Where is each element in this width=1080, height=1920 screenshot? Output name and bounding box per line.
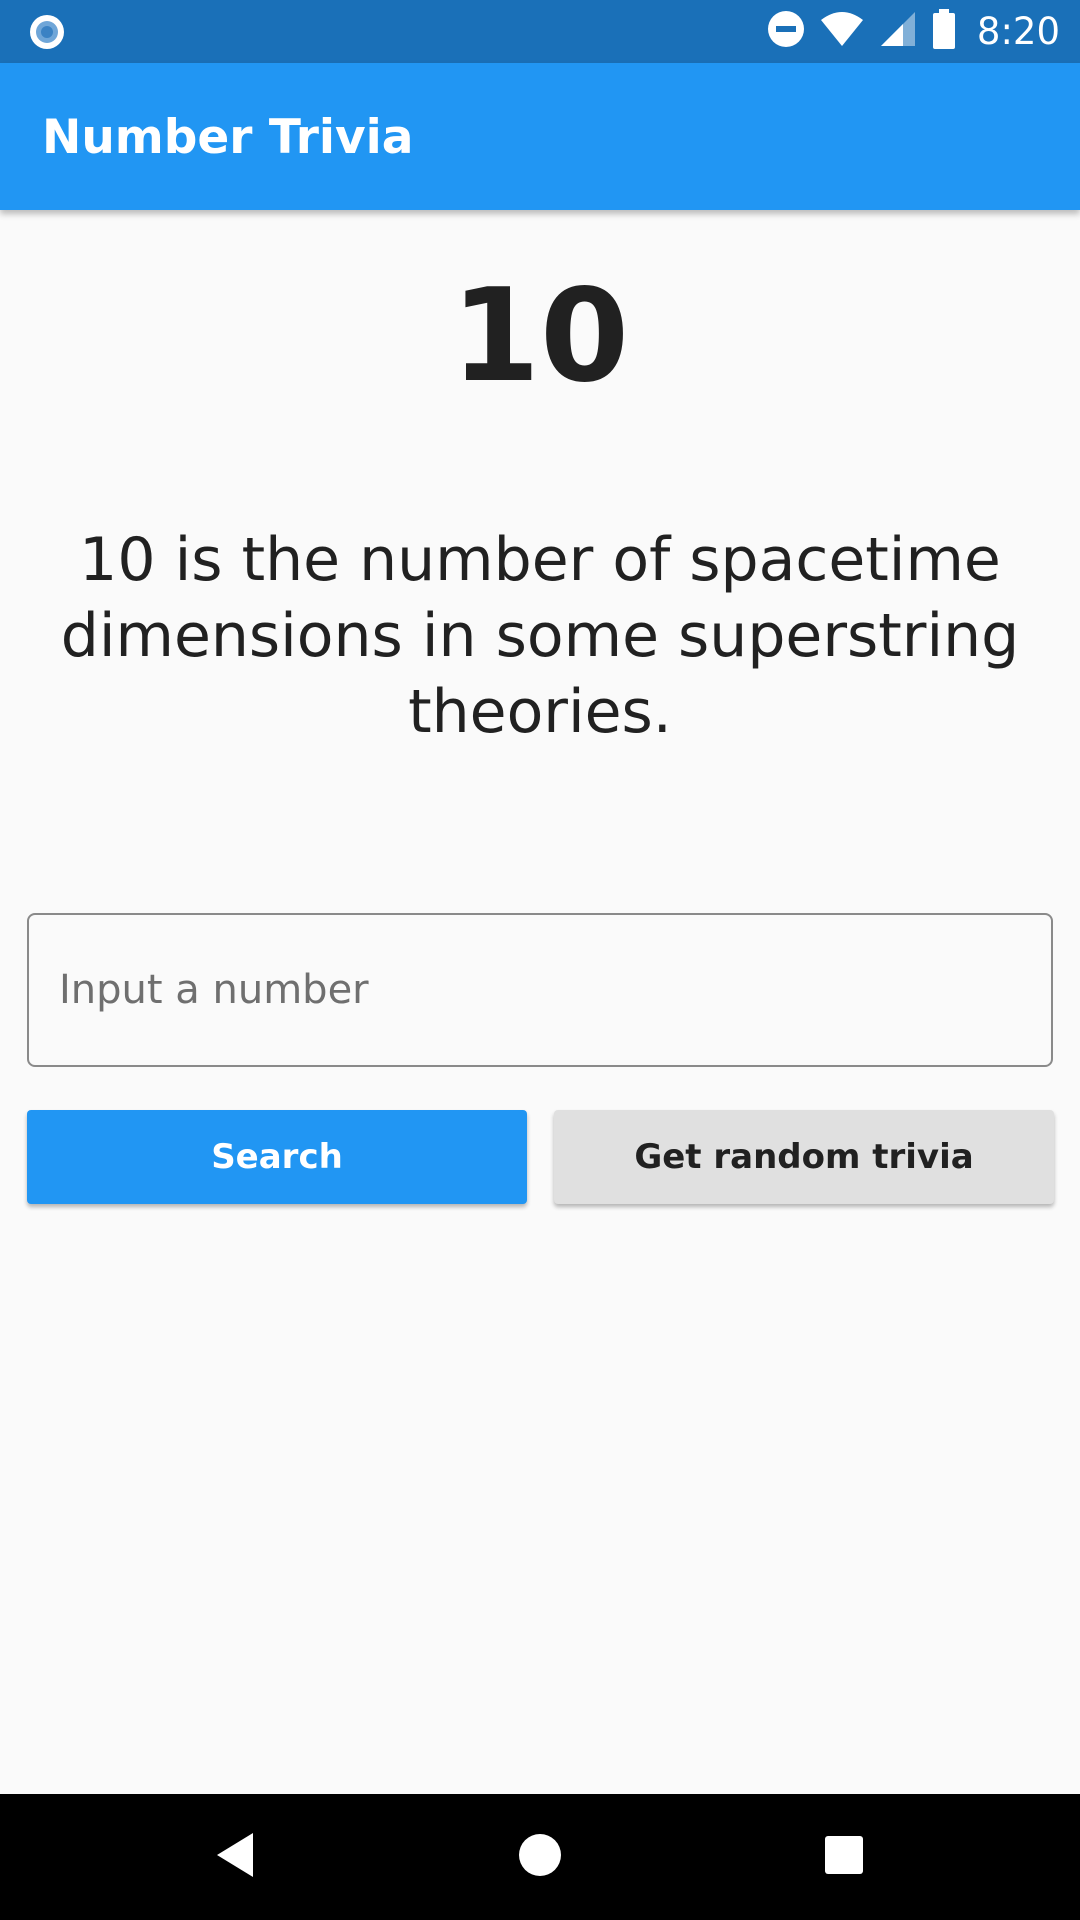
- wifi-icon: [819, 10, 865, 53]
- battery-icon: [931, 9, 957, 54]
- back-icon: [213, 1831, 257, 1884]
- search-button[interactable]: Search: [27, 1110, 527, 1204]
- notification-dot-icon: [28, 13, 66, 51]
- do-not-disturb-icon: [767, 10, 805, 53]
- navigation-bar: [0, 1794, 1080, 1920]
- app-screen: 8:20 Number Trivia 10 10 is the number o…: [0, 0, 1080, 1920]
- recents-icon: [824, 1835, 864, 1880]
- number-input[interactable]: [27, 913, 1053, 1067]
- app-bar: Number Trivia: [0, 63, 1080, 210]
- status-icons: 8:20: [767, 0, 1060, 63]
- trivia-text: 10 is the number of spacetime dimensions…: [60, 525, 1020, 747]
- status-time: 8:20: [976, 10, 1060, 53]
- home-button[interactable]: [460, 1794, 620, 1920]
- trivia-number: 10: [450, 262, 630, 411]
- app-title: Number Trivia: [42, 110, 414, 165]
- get-random-trivia-button[interactable]: Get random trivia: [554, 1110, 1054, 1204]
- status-bar: 8:20: [0, 0, 1080, 63]
- back-button[interactable]: [155, 1794, 315, 1920]
- recents-button[interactable]: [764, 1794, 924, 1920]
- home-icon: [518, 1833, 562, 1882]
- cellular-signal-icon: [879, 10, 917, 53]
